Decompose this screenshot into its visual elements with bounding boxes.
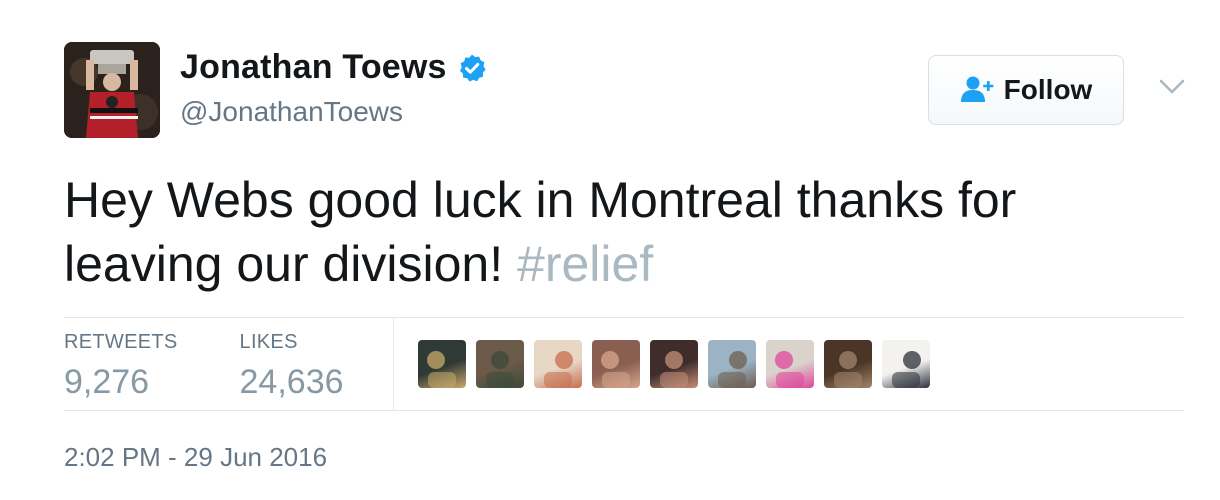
verified-badge-icon [457, 53, 487, 83]
liker-avatar[interactable] [650, 340, 698, 388]
liker-avatar[interactable] [534, 340, 582, 388]
likes-stat[interactable]: LIKES 24,636 [240, 330, 344, 402]
hashtag-link[interactable]: #relief [517, 236, 653, 292]
avatar[interactable] [64, 42, 160, 138]
liker-avatar[interactable] [592, 340, 640, 388]
retweets-label: RETWEETS [64, 331, 178, 353]
stats-vertical-divider [393, 318, 394, 410]
likers-avatars [418, 340, 940, 388]
user-name[interactable]: Jonathan Toews [180, 48, 447, 87]
liker-avatar[interactable] [476, 340, 524, 388]
add-user-icon [960, 75, 994, 105]
tweet-timestamp[interactable]: 2:02 PM - 29 Jun 2016 [64, 442, 327, 473]
retweets-count: 9,276 [64, 363, 150, 401]
follow-button-label: Follow [1003, 74, 1093, 105]
user-handle[interactable]: @JonathanToews [180, 96, 403, 128]
likes-count: 24,636 [239, 363, 344, 401]
avatar-image [64, 42, 160, 138]
liker-avatar[interactable] [882, 340, 930, 388]
liker-avatar[interactable] [766, 340, 814, 388]
liker-avatar[interactable] [824, 340, 872, 388]
tweet-text: Hey Webs good luck in Montreal thanks fo… [64, 168, 1164, 296]
stats-top-divider [64, 317, 1184, 318]
liker-avatar[interactable] [708, 340, 756, 388]
retweets-stat[interactable]: RETWEETS 9,276 [64, 330, 178, 402]
user-name-row: Jonathan Toews [180, 48, 487, 87]
tweet-stats: RETWEETS 9,276 LIKES 24,636 [64, 330, 406, 402]
liker-avatar[interactable] [418, 340, 466, 388]
follow-button[interactable]: Follow [928, 55, 1124, 125]
chevron-down-icon[interactable] [1158, 78, 1186, 96]
stats-bottom-divider [64, 410, 1184, 411]
likes-label: LIKES [239, 331, 298, 353]
